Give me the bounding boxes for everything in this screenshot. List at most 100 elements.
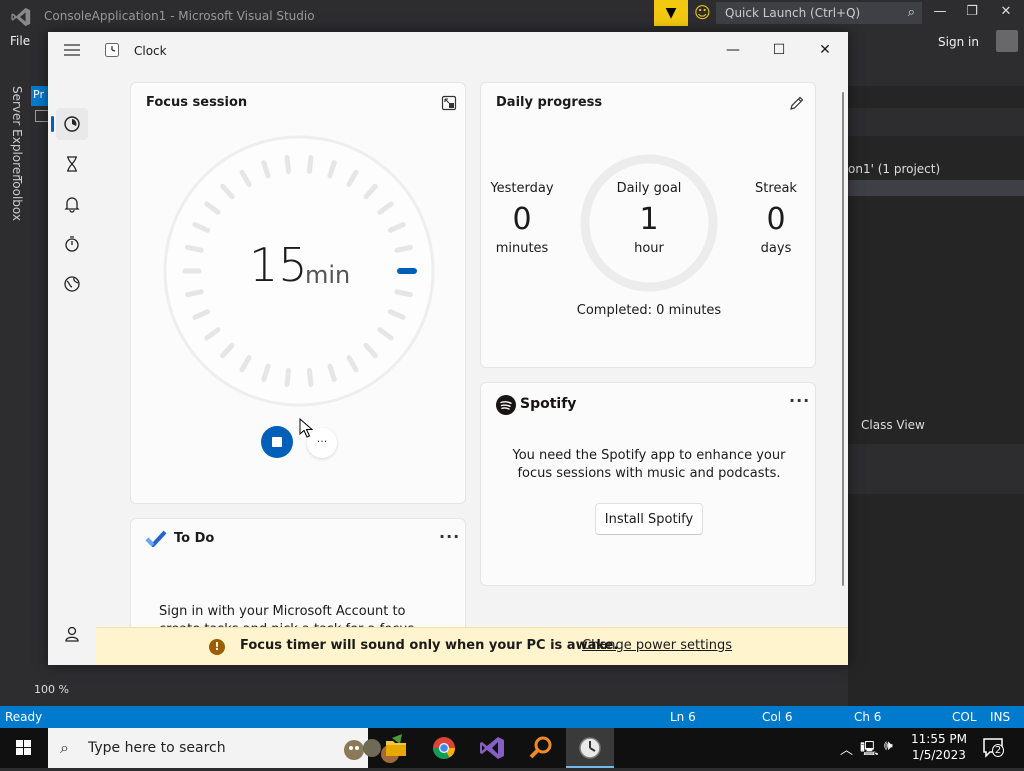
- vs-status-bar: Ready Ln 6 Col 6 Ch 6 COL INS: [0, 706, 1024, 728]
- search-tool-taskbar-button[interactable]: [516, 728, 564, 768]
- status-line: Ln 6: [670, 710, 696, 724]
- vs-user-icon[interactable]: [996, 30, 1018, 52]
- compact-overlay-icon[interactable]: [441, 95, 457, 111]
- magnifier-app-icon: [529, 736, 552, 759]
- start-button[interactable]: [0, 728, 48, 768]
- spotify-message: You need the Spotify app to enhance your…: [512, 448, 786, 481]
- vs-minimize-button[interactable]: —: [924, 4, 956, 19]
- taskbar-search-input[interactable]: ⌕ Type here to search: [48, 728, 402, 768]
- solution-node[interactable]: on1' (1 project): [848, 160, 1024, 180]
- spotify-logo: Spotify: [496, 393, 576, 417]
- filter-icon[interactable]: ▼: [654, 0, 688, 26]
- nav-settings[interactable]: [56, 658, 88, 665]
- windows-taskbar: ⌕ Type here to search ︿ 🖳 🕪 11:55 PM 1/5…: [0, 728, 1024, 768]
- focus-session-card: Focus session 15 min ...: [130, 82, 466, 504]
- daily-progress-card: Daily progress Yesterday 0 minutes Daily…: [480, 82, 816, 368]
- search-icon: ⌕: [907, 5, 915, 20]
- nav-account[interactable]: [56, 618, 88, 650]
- stop-focus-button[interactable]: [261, 426, 293, 458]
- spotify-wordmark: Spotify: [520, 396, 577, 412]
- dial-tick: [394, 289, 414, 298]
- streak-label: Streak: [755, 181, 797, 196]
- zoom-level-select[interactable]: 100 %: [34, 683, 69, 696]
- focus-session-title: Focus session: [146, 95, 248, 110]
- status-insert-mode: INS: [990, 710, 1011, 724]
- dial-tick: [284, 155, 292, 175]
- chrome-icon: [433, 737, 455, 759]
- stat-daily-goal: Daily goal 1 hour: [604, 181, 694, 256]
- hourglass-icon: [67, 156, 77, 172]
- csharp-file-icon: [35, 110, 49, 122]
- bell-icon: [64, 197, 80, 213]
- daily-progress-title: Daily progress: [496, 95, 603, 110]
- visual-studio-logo-icon: [11, 7, 31, 27]
- spotify-icon: [496, 395, 516, 415]
- file-explorer-taskbar-button[interactable]: [372, 728, 420, 768]
- mouse-cursor-icon: [299, 418, 313, 438]
- folder-icon: [386, 741, 406, 756]
- maximize-button[interactable]: ☐: [756, 38, 802, 62]
- stat-streak: Streak 0 days: [731, 181, 821, 256]
- taskbar-time: 11:55 PM: [911, 732, 967, 746]
- person-icon: [65, 626, 79, 642]
- class-view-tab[interactable]: Class View: [848, 418, 1024, 436]
- notification-center-button[interactable]: 2: [980, 736, 1008, 760]
- change-power-settings-link[interactable]: Change power settings: [582, 638, 732, 653]
- nav-alarm[interactable]: [56, 188, 88, 220]
- warning-icon: !: [209, 639, 225, 655]
- daily-goal-unit: hour: [634, 241, 664, 256]
- todo-more-button[interactable]: ···: [439, 527, 460, 546]
- dial-tick: [394, 244, 414, 253]
- dial-tick: [184, 289, 204, 298]
- globe-icon: [64, 276, 80, 292]
- edit-pencil-icon[interactable]: [789, 95, 805, 111]
- vs-solution-toolbar: [848, 108, 1024, 136]
- nav-world-clock[interactable]: [56, 268, 88, 300]
- nav-focus-sessions[interactable]: [56, 108, 88, 140]
- clock-taskbar-button[interactable]: [566, 728, 614, 768]
- vs-solution-selection: [848, 180, 1024, 196]
- vs-window-title: ConsoleApplication1 - Microsoft Visual S…: [44, 9, 315, 23]
- dial-tick: [184, 244, 204, 253]
- menu-file[interactable]: File: [10, 34, 30, 48]
- clock-app-window: Clock — ☐ ✕ Focus session 15 min ... Dai…: [48, 32, 848, 665]
- close-button[interactable]: ✕: [802, 38, 848, 62]
- hamburger-menu-icon[interactable]: [62, 42, 82, 58]
- quick-launch-placeholder: Quick Launch (Ctrl+Q): [725, 6, 861, 20]
- vs-close-button[interactable]: ✕: [990, 4, 1022, 19]
- vs-restore-button[interactable]: ❐: [956, 4, 988, 19]
- yesterday-unit: minutes: [495, 241, 549, 256]
- volume-icon[interactable]: 🕪: [884, 738, 893, 754]
- vs-editor-tab[interactable]: Pr: [31, 86, 49, 106]
- spotify-card: Spotify ··· You need the Spotify app to …: [480, 382, 816, 586]
- install-spotify-button[interactable]: Install Spotify: [595, 503, 703, 535]
- content-scrollbar[interactable]: [842, 92, 844, 586]
- focus-minutes-value: 15: [249, 238, 308, 292]
- minimize-button[interactable]: —: [710, 38, 756, 62]
- status-char: Ch 6: [854, 710, 882, 724]
- nav-rail: [48, 68, 96, 665]
- dial-tick: [284, 367, 292, 387]
- taskbar-search-placeholder: Type here to search: [88, 740, 226, 756]
- quick-launch-input[interactable]: Quick Launch (Ctrl+Q) ⌕: [716, 2, 922, 24]
- nav-stopwatch[interactable]: [56, 228, 88, 260]
- daily-goal-label: Daily goal: [616, 181, 682, 196]
- dial-tick: [306, 155, 314, 175]
- vs-properties-panel: [848, 444, 1024, 494]
- toolbox-tab[interactable]: Toolbox: [10, 176, 24, 221]
- spotify-more-button[interactable]: ···: [789, 391, 810, 410]
- tray-chevron-up-icon[interactable]: ︿: [840, 739, 853, 758]
- nav-timer[interactable]: [56, 148, 88, 180]
- daily-completed-text: Completed: 0 minutes: [576, 303, 722, 318]
- clock-app-icon: [105, 43, 119, 57]
- network-icon[interactable]: 🖳: [860, 738, 879, 762]
- vs-sign-in-link[interactable]: Sign in: [938, 35, 979, 49]
- feedback-smiley-icon[interactable]: ☺: [694, 3, 711, 22]
- taskbar-clock[interactable]: 11:55 PM 1/5/2023: [904, 731, 974, 763]
- chrome-taskbar-button[interactable]: [420, 728, 468, 768]
- visual-studio-taskbar-button[interactable]: [468, 728, 516, 768]
- server-explorer-tab[interactable]: Server Explorer: [10, 86, 24, 179]
- focus-icon: [64, 116, 80, 132]
- todo-check-icon: [145, 530, 167, 547]
- power-warning-bar: ! Focus timer will sound only when your …: [96, 627, 848, 665]
